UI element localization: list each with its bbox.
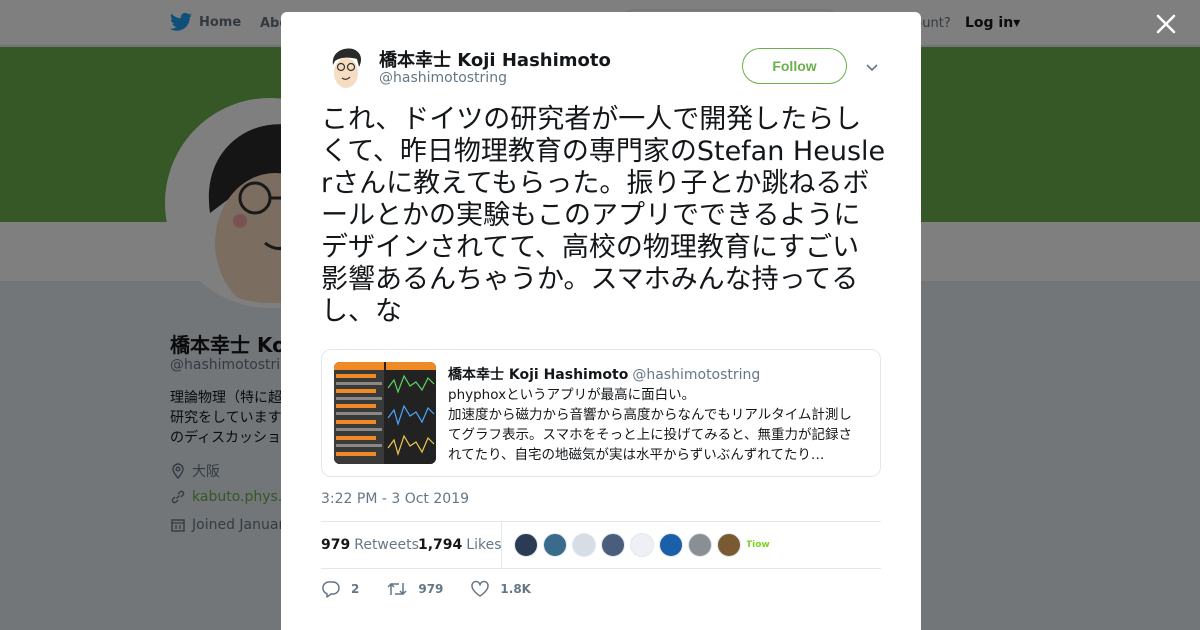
liker-avatars: Tiow!e — [514, 533, 775, 557]
reply-icon — [322, 581, 340, 598]
tweet-modal: 橋本幸士 Koji Hashimoto @hashimotostring Fol… — [281, 12, 921, 630]
quoted-text-line: phyphoxというアプリが最高に面白い。 — [448, 387, 696, 403]
liker-avatar[interactable] — [514, 533, 538, 557]
quoted-author-handle: @hashimotostring — [632, 367, 761, 383]
retweet-button[interactable]: 979 — [386, 580, 443, 598]
retweets-label: Retweets — [354, 537, 419, 553]
tweet-actions: 2 979 1.8K — [321, 580, 558, 598]
heart-icon — [471, 580, 490, 597]
chevron-down-icon — [866, 64, 878, 72]
quoted-author-name: 橋本幸士 Koji Hashimoto — [448, 367, 629, 383]
tweet-timestamp[interactable]: 3:22 PM - 3 Oct 2019 — [321, 491, 469, 507]
quoted-text-line: 加速度から磁力から音響から高度からなんでもリアルタイム計測し — [448, 407, 852, 423]
liker-avatar[interactable] — [630, 533, 654, 557]
author-avatar[interactable] — [321, 43, 369, 91]
quoted-tweet[interactable]: 橋本幸士 Koji Hashimoto @hashimotostring phyp… — [321, 349, 881, 477]
author-name[interactable]: 橋本幸士 Koji Hashimoto — [379, 46, 611, 72]
liker-avatar[interactable] — [717, 533, 741, 557]
liker-avatar[interactable] — [659, 533, 683, 557]
more-options-button[interactable] — [863, 58, 881, 76]
retweets-count: 979 — [321, 537, 351, 553]
reply-count: 2 — [351, 582, 360, 596]
like-count: 1.8K — [500, 582, 531, 596]
close-icon — [1156, 14, 1176, 34]
cartoon-face-image — [321, 43, 369, 91]
likes-stat[interactable]: 1,794 Likes — [418, 537, 502, 553]
likes-label: Likes — [466, 537, 502, 553]
like-button[interactable]: 1.8K — [470, 580, 531, 598]
liker-avatar[interactable] — [543, 533, 567, 557]
close-button[interactable] — [1154, 12, 1178, 36]
quoted-text-line: てグラフ表示。スマホをそっと上に投げてみると、無重力が記録さ — [448, 427, 853, 443]
tweet-text: これ、ドイツの研究者が一人で開発したらしくて、昨日物理教育の専門家のStefan… — [321, 104, 886, 327]
quoted-text-line: れてたり、自宅の地磁気が実は水平からずいぶんずれてたり… — [448, 447, 825, 463]
retweet-count: 979 — [418, 582, 444, 596]
quoted-tweet-image[interactable] — [334, 362, 436, 464]
retweets-stat[interactable]: 979 Retweets — [321, 537, 419, 553]
follow-button[interactable]: Follow — [742, 48, 847, 84]
quoted-author: 橋本幸士 Koji Hashimoto @hashimotostring — [448, 364, 760, 384]
liker-avatar[interactable]: Tiow!e — [746, 533, 770, 557]
likes-count: 1,794 — [418, 537, 463, 553]
author-handle[interactable]: @hashimotostring — [379, 70, 507, 86]
liker-avatar[interactable] — [688, 533, 712, 557]
quoted-tweet-text: phyphoxというアプリが最高に面白い。 加速度から磁力から音響から高度からな… — [448, 385, 872, 465]
stats-divider — [501, 522, 502, 568]
tweet-stats: 979Retweets 1,794Likes Tiow!e — [321, 521, 881, 569]
app-screenshot-image — [334, 362, 436, 464]
reply-button[interactable]: 2 — [321, 580, 359, 598]
liker-avatar[interactable] — [601, 533, 625, 557]
retweet-icon — [387, 582, 407, 596]
liker-avatar[interactable] — [572, 533, 596, 557]
